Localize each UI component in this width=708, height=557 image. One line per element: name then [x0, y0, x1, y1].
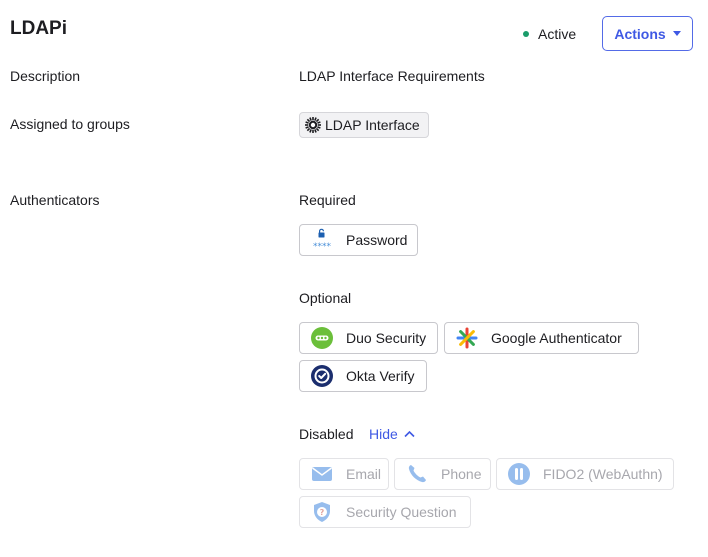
page-title: LDAPi: [10, 18, 67, 39]
authenticator-chip-fido2: FIDO2 (WebAuthn): [496, 458, 674, 490]
hide-link-label: Hide: [369, 426, 398, 442]
authenticator-name: Phone: [441, 466, 482, 482]
duo-icon: [310, 326, 334, 350]
authenticator-chip-google[interactable]: Google Authenticator: [444, 322, 639, 354]
authenticator-chip-okta-verify[interactable]: Okta Verify: [299, 360, 427, 392]
status-dot-icon: [523, 31, 529, 37]
authenticators-label: Authenticators: [10, 192, 100, 208]
security-question-icon: ?: [310, 500, 334, 524]
authenticator-name: Google Authenticator: [491, 330, 622, 346]
description-value: LDAP Interface Requirements: [299, 68, 485, 84]
okta-verify-icon: [310, 364, 334, 388]
google-authenticator-icon: [455, 326, 479, 350]
actions-button[interactable]: Actions: [602, 16, 693, 51]
authenticator-chip-duo[interactable]: Duo Security: [299, 322, 438, 354]
authenticator-chip-security-question: ? Security Question: [299, 496, 471, 528]
email-icon: [310, 462, 334, 486]
actions-button-label: Actions: [614, 25, 666, 42]
group-icon: [304, 116, 322, 134]
authenticator-name: Email: [346, 466, 382, 482]
authenticator-name: Okta Verify: [346, 368, 415, 384]
authenticator-chip-phone: Phone: [394, 458, 491, 490]
authenticator-name: Duo Security: [346, 330, 427, 346]
authenticator-chip-email: Email: [299, 458, 389, 490]
optional-heading: Optional: [299, 290, 352, 306]
fido-icon: [507, 462, 531, 486]
authenticator-name: FIDO2 (WebAuthn): [543, 466, 663, 482]
status-indicator: Active: [523, 26, 576, 42]
required-heading: Required: [299, 192, 356, 208]
phone-icon: [405, 462, 429, 486]
authenticator-chip-password[interactable]: **** Password: [299, 224, 418, 256]
svg-text:?: ?: [320, 508, 325, 517]
description-label: Description: [10, 68, 81, 84]
chevron-up-icon: [404, 430, 415, 438]
hide-disabled-link[interactable]: Hide: [369, 426, 415, 442]
group-chip[interactable]: LDAP Interface: [299, 112, 429, 138]
authenticator-name: Password: [346, 232, 408, 248]
groups-label: Assigned to groups: [10, 116, 130, 132]
authenticator-name: Security Question: [346, 504, 457, 520]
status-label: Active: [538, 26, 577, 42]
disabled-heading: Disabled: [299, 426, 354, 442]
svg-text:****: ****: [313, 242, 332, 252]
caret-down-icon: [672, 31, 681, 36]
password-icon: ****: [310, 228, 334, 252]
group-name: LDAP Interface: [325, 117, 420, 133]
